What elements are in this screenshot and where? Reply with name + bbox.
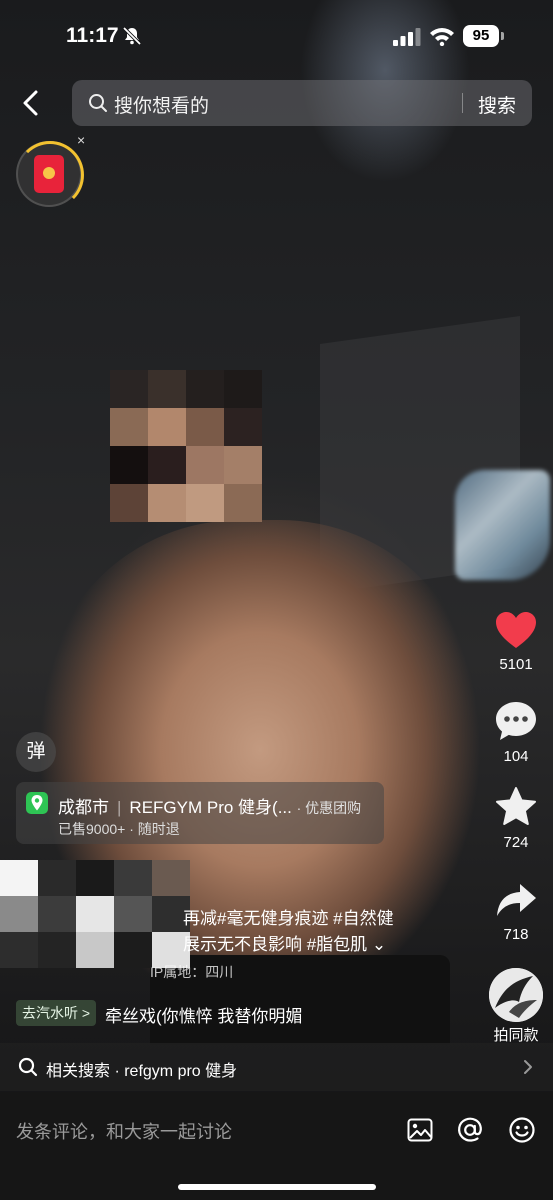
search-button[interactable]: 搜索	[478, 91, 516, 118]
mosaic-overlay	[0, 860, 190, 970]
share-count: 718	[503, 926, 529, 943]
comment-button[interactable]: 104	[490, 700, 542, 765]
favorite-count: 724	[503, 834, 529, 851]
location-tag: · 优惠团购	[296, 800, 362, 816]
heart-icon	[496, 612, 536, 648]
pixelated-face	[110, 370, 262, 550]
description-line-1: 再减#毫无健身痕迹 #自然健	[183, 909, 394, 928]
comment-bubble-icon	[496, 702, 536, 740]
wifi-icon	[430, 28, 454, 46]
status-bar: 11:17 95	[0, 0, 553, 70]
signal-icon	[393, 28, 421, 46]
location-card[interactable]: 成都市 | REFGYM Pro 健身(... · 优惠团购 已售9000+ · 随…	[16, 782, 384, 844]
ip-location: IP属地：四川	[150, 964, 234, 980]
status-time: 11:17	[66, 24, 119, 47]
location-city: 成都市	[58, 798, 109, 817]
search-icon	[89, 94, 107, 112]
emoji-icon[interactable]	[508, 1116, 536, 1144]
location-sold: 已售9000+ · 随时退	[58, 821, 180, 837]
listen-on-qishui-button[interactable]: 去汽水听 >	[16, 1000, 97, 1026]
share-button[interactable]: 718	[490, 880, 542, 943]
battery-indicator: 95	[463, 25, 505, 47]
search-bar[interactable]: 搜你想看的 搜索	[72, 80, 532, 126]
video-description[interactable]: 再减#毫无健身痕迹 #自然健 展示无不良影响 #脂包肌 ⌄	[183, 906, 394, 958]
image-icon[interactable]	[406, 1116, 434, 1144]
music-title[interactable]: 牵丝戏(你憔悴 我替你明媚	[105, 1002, 302, 1027]
home-indicator[interactable]	[178, 1184, 376, 1190]
red-packet-widget[interactable]	[16, 141, 84, 209]
favorite-button[interactable]: 724	[490, 786, 542, 851]
search-icon	[18, 1057, 38, 1077]
like-count: 5101	[499, 656, 533, 673]
music-avatar	[489, 968, 543, 1022]
related-search-text: 相关搜索 · refgym pro 健身	[46, 1063, 238, 1080]
mention-at-icon[interactable]	[456, 1116, 484, 1144]
scribble-overlay	[455, 470, 550, 580]
related-search-bar[interactable]: 相关搜索 · refgym pro 健身	[0, 1043, 553, 1091]
star-icon	[496, 787, 536, 825]
shoot-same-button[interactable]: 拍同款	[487, 968, 545, 1045]
search-divider	[462, 93, 463, 113]
comment-count: 104	[503, 748, 529, 765]
search-placeholder[interactable]: 搜你想看的	[114, 91, 209, 118]
danmaku-toggle[interactable]: 弹	[16, 732, 56, 772]
red-packet-close-button[interactable]: ×	[77, 132, 85, 148]
shoot-same-label: 拍同款	[493, 1027, 539, 1044]
location-pin-icon	[26, 792, 48, 814]
description-line-2: 展示无不良影响 #脂包肌 ⌄	[183, 935, 387, 954]
battery-level: 95	[463, 25, 499, 47]
back-arrow-icon[interactable]	[18, 88, 44, 118]
bell-slash-icon	[122, 26, 142, 46]
comment-input[interactable]: 发条评论，和大家一起讨论	[16, 1118, 232, 1144]
chevron-right-icon	[524, 1060, 532, 1074]
location-place: REFGYM Pro 健身(...	[129, 798, 292, 817]
share-arrow-icon	[497, 884, 536, 916]
like-button[interactable]: 5101	[490, 610, 542, 673]
